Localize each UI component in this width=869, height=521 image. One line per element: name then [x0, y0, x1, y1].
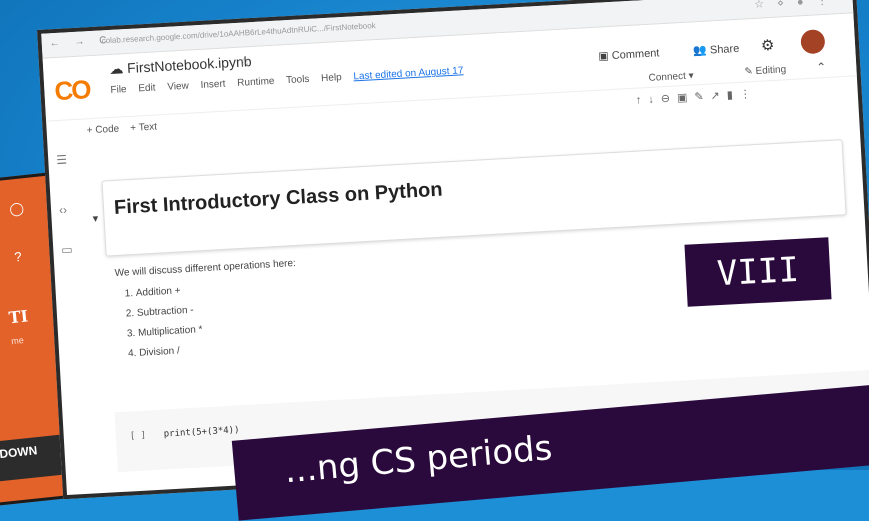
operations-list: Addition + Subtraction - Multiplication … — [116, 279, 301, 360]
list-item: Addition + — [136, 279, 298, 298]
comment-button[interactable]: ▣ Comment — [598, 46, 660, 62]
comment-icon: ▣ — [598, 50, 610, 63]
colab-logo[interactable]: CO — [54, 74, 91, 107]
add-text-button[interactable]: + Text — [130, 121, 157, 133]
avatar[interactable] — [800, 29, 826, 55]
run-cell-button[interactable]: [ ] — [130, 431, 147, 442]
menu-help[interactable]: Help — [321, 72, 342, 84]
list-item: Subtraction - — [137, 299, 299, 319]
extension-icons[interactable]: ☆ ⋄ ● ⋮ — [754, 0, 833, 11]
add-code-button[interactable]: + Code — [86, 124, 119, 137]
intro-text: We will discuss different operations her… — [114, 257, 297, 280]
files-icon[interactable]: ▭ — [61, 242, 73, 257]
connect-button[interactable]: Connect ▾ — [648, 70, 694, 83]
list-item: Multiplication * — [138, 319, 300, 339]
help-icon: ? — [13, 248, 23, 265]
share-button[interactable]: 👥 Share — [693, 42, 740, 58]
card-subtext: me — [10, 335, 25, 347]
circle-icon: ◯ — [8, 200, 25, 217]
drive-icon: ☁ — [108, 60, 124, 78]
editing-mode-button[interactable]: ✎ Editing — [744, 64, 786, 77]
menu-view[interactable]: View — [167, 81, 189, 93]
pencil-icon: ✎ — [744, 66, 754, 78]
menu-file[interactable]: File — [110, 84, 127, 96]
menu-tools[interactable]: Tools — [286, 74, 310, 86]
share-icon: 👥 — [692, 44, 708, 58]
text-cell[interactable]: We will discuss different operations her… — [114, 258, 301, 369]
last-edited-link[interactable]: Last edited on August 17 — [353, 65, 464, 82]
chevron-down-icon: ▾ — [688, 70, 694, 82]
add-buttons: + Code + Text — [86, 121, 157, 136]
code-snippets-icon[interactable]: ‹› — [59, 203, 68, 217]
grade-label: VIII — [684, 237, 832, 307]
gear-icon[interactable]: ⚙ — [760, 36, 775, 55]
star-icon[interactable]: ☆ — [239, 53, 252, 70]
notebook-filename[interactable]: ☁ FirstNotebook.ipynb — [109, 53, 252, 78]
heading-text: First Introductory Class on Python — [113, 178, 444, 219]
toc-icon[interactable]: ☰ — [56, 153, 68, 168]
code-text[interactable]: print(5+(3*4)) — [164, 425, 240, 439]
list-item: Division / — [139, 339, 301, 359]
menu-edit[interactable]: Edit — [138, 82, 156, 94]
chevron-up-icon[interactable]: ⌃ — [816, 60, 827, 75]
heading-cell[interactable]: ▾ First Introductory Class on Python — [92, 139, 847, 257]
menu-runtime[interactable]: Runtime — [237, 76, 275, 89]
cell-action-icons[interactable]: ↑↓⊖▣✎↗▮⋮ — [635, 87, 759, 107]
menu-insert[interactable]: Insert — [200, 79, 226, 91]
card-title: TI — [7, 306, 30, 328]
collapse-arrow-icon[interactable]: ▾ — [92, 212, 98, 225]
